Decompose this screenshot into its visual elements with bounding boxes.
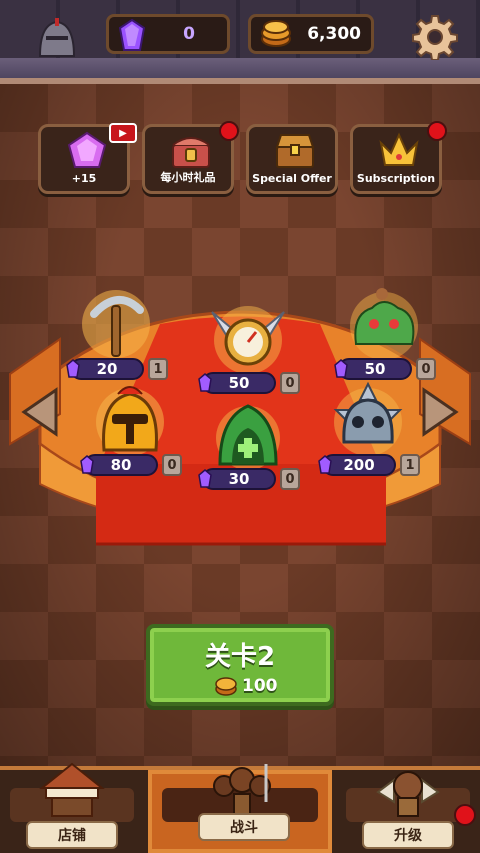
gem-count: 0 xyxy=(183,24,195,44)
item-golden-helmet[interactable]: 80 0 xyxy=(78,380,182,490)
purple-gem-icon xyxy=(334,359,348,378)
hourly-gift-button[interactable]: 每小时礼品 xyxy=(142,121,239,194)
level-cost-value: 100 xyxy=(242,676,278,696)
bottom-nav: 店铺 战斗 升级 xyxy=(0,762,480,853)
start-level-button[interactable]: 关卡2 100 xyxy=(146,624,334,706)
price-tag: 50 xyxy=(334,358,412,380)
tab-battle-label: 战斗 xyxy=(198,813,290,841)
notification-dot xyxy=(427,121,447,141)
gold-count: 6,300 xyxy=(307,24,361,44)
gear-icon xyxy=(412,15,458,60)
green-slime-monster-icon xyxy=(350,288,418,360)
item-green-heal-hood[interactable]: 30 0 xyxy=(196,394,300,504)
main-area: ▶ +15 每小时礼品 Special Offer Subscription 2… xyxy=(0,84,480,766)
free-gems-label: +15 xyxy=(71,172,97,185)
item-count: 0 xyxy=(416,358,436,380)
hourly-gift-chest-icon xyxy=(172,137,210,168)
spiked-skull-icon xyxy=(333,381,403,456)
item-price: 30 xyxy=(228,470,250,488)
compass-wings-icon xyxy=(211,306,285,374)
upgrade-hero-icon xyxy=(376,771,440,817)
item-price: 200 xyxy=(343,456,375,474)
notification-dot xyxy=(219,121,239,141)
shop-tent-icon xyxy=(39,762,105,817)
special-offer-button[interactable]: Special Offer xyxy=(246,124,338,194)
price-tag: 50 xyxy=(198,372,276,394)
previous-arrow-button[interactable] xyxy=(20,386,60,438)
hourly-gift-label: 每小时礼品 xyxy=(160,171,216,184)
treasure-chest-icon xyxy=(275,134,315,168)
subscription-button[interactable]: Subscription xyxy=(350,121,447,194)
item-compass-wings[interactable]: 50 0 xyxy=(196,298,300,408)
gem-video-icon xyxy=(67,131,107,168)
green-heal-hood-icon xyxy=(216,404,280,470)
purple-gem-icon xyxy=(80,455,94,474)
level-title: 关卡2 xyxy=(204,642,276,672)
crown-icon xyxy=(379,132,419,166)
shelf-decoration xyxy=(0,58,480,78)
item-price: 80 xyxy=(110,456,132,474)
item-price: 20 xyxy=(96,360,118,378)
purple-gem-icon xyxy=(318,455,332,474)
item-count: 1 xyxy=(400,454,420,476)
tab-upgrade-label: 升级 xyxy=(362,821,454,849)
item-green-slime-monster[interactable]: 50 0 xyxy=(332,284,436,394)
gold-coins-icon xyxy=(215,677,237,696)
gem-counter: 0 xyxy=(106,14,230,54)
tab-shop-label: 店铺 xyxy=(26,821,118,849)
gold-counter: 6,300 xyxy=(248,14,374,54)
gold-coins-icon xyxy=(261,20,291,47)
purple-gem-icon xyxy=(198,373,212,392)
battle-warriors-icon xyxy=(213,764,271,815)
level-cost: 100 xyxy=(214,674,278,698)
purple-gem-icon xyxy=(198,469,212,488)
purple-gem-icon xyxy=(66,359,80,378)
price-tag: 200 xyxy=(318,454,396,476)
special-offer-label: Special Offer xyxy=(252,172,332,185)
item-price: 50 xyxy=(364,360,386,378)
item-count: 0 xyxy=(280,372,300,394)
settings-button[interactable] xyxy=(410,12,460,62)
subscription-label: Subscription xyxy=(356,172,436,185)
knight-helmet-decoration-icon xyxy=(38,18,76,57)
price-tag: 20 xyxy=(66,358,144,380)
video-ad-icon: ▶ xyxy=(109,123,137,143)
item-pickaxe-hammer[interactable]: 20 1 xyxy=(64,284,168,394)
tab-shop[interactable]: 店铺 xyxy=(0,762,144,853)
tab-battle[interactable]: 战斗 xyxy=(148,764,332,853)
golden-helmet-icon xyxy=(96,386,164,456)
free-gems-video-button[interactable]: ▶ +15 xyxy=(38,123,137,194)
item-count: 0 xyxy=(162,454,182,476)
purple-gem-icon xyxy=(118,19,146,51)
price-tag: 80 xyxy=(80,454,158,476)
notification-dot xyxy=(454,804,476,826)
pickaxe-hammer-icon xyxy=(82,290,150,358)
top-bar: 0 6,300 xyxy=(0,0,480,84)
item-price: 50 xyxy=(228,374,250,392)
price-tag: 30 xyxy=(198,468,276,490)
item-spiked-skull[interactable]: 200 1 xyxy=(316,380,420,490)
tab-upgrade[interactable]: 升级 xyxy=(336,771,480,853)
item-count: 0 xyxy=(280,468,300,490)
item-count: 1 xyxy=(148,358,168,380)
